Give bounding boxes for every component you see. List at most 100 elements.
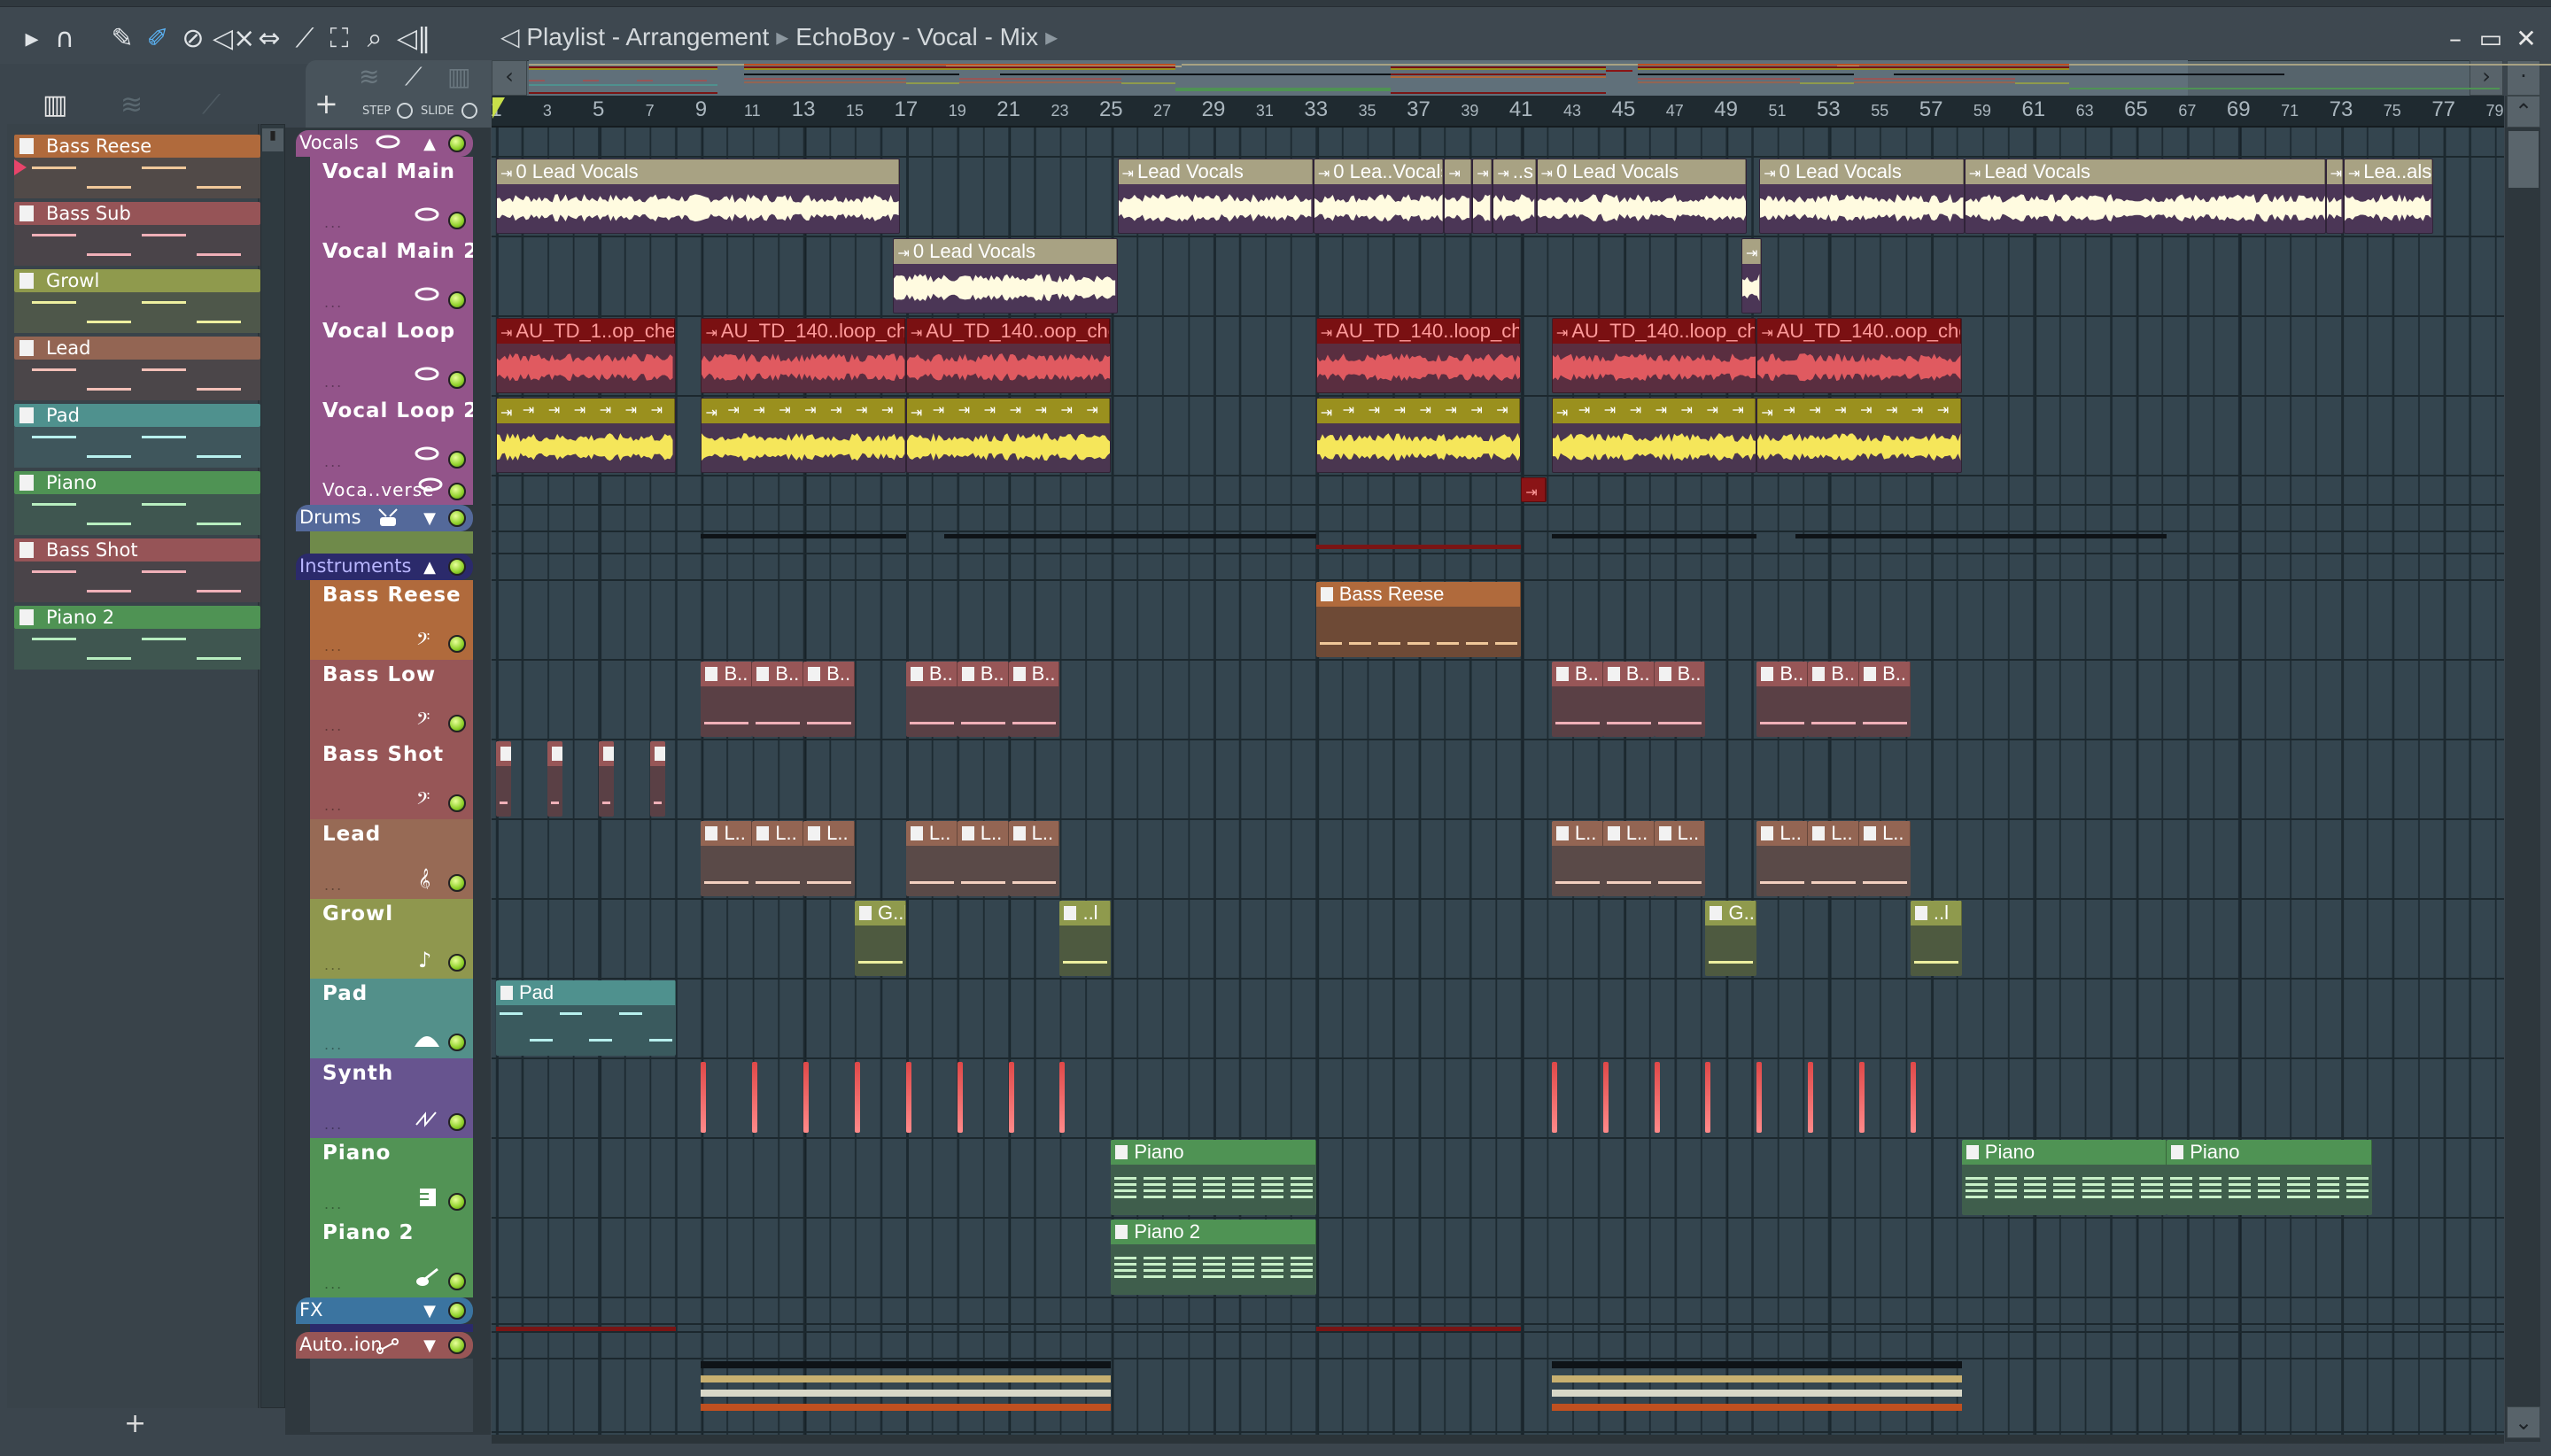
clip-header[interactable]: B.. (1756, 662, 1809, 686)
clip-header[interactable]: ⇥ ⇥ ⇥ ⇥ ⇥ ⇥ ⇥ (497, 399, 675, 423)
clip-header[interactable]: ⇥ 0 Lead Vocals (1760, 159, 1964, 184)
clip-header[interactable]: Piano (1961, 1140, 2167, 1165)
drum-icon[interactable] (376, 507, 400, 531)
expand-arrow-icon[interactable]: ▼ (423, 507, 436, 531)
pattern-clip[interactable] (598, 741, 615, 817)
clip-header[interactable]: ⇥ AU_TD_1..op_chea (497, 319, 675, 344)
clip-header[interactable]: Piano (2167, 1140, 2372, 1165)
pattern-clip[interactable]: L.. (1808, 821, 1860, 896)
clip-header[interactable]: L.. (1008, 821, 1060, 846)
scroll-right-button[interactable]: › (2470, 60, 2503, 96)
clip-header[interactable]: ⇥ (1522, 478, 1547, 501)
clip-header[interactable]: Piano (1111, 1140, 1316, 1165)
track-options-dots[interactable]: ... (324, 1036, 343, 1053)
track-options-dots[interactable]: ... (324, 638, 343, 654)
minimize-button[interactable]: – (2438, 19, 2473, 58)
clip-header[interactable] (547, 741, 563, 766)
track-options-dots[interactable]: ... (324, 374, 343, 391)
track-enable-led[interactable] (448, 483, 466, 500)
track-enable-led[interactable] (448, 954, 466, 972)
group-header-drums[interactable]: Drums ▼ (296, 505, 473, 531)
note-marker[interactable] (1059, 1062, 1066, 1133)
audio-clip[interactable]: ⇥ 0 Lead Vocals (893, 238, 1118, 314)
audio-clip[interactable]: ⇥ (2325, 159, 2344, 234)
clip-header[interactable]: L.. (752, 821, 804, 846)
track-header[interactable]: Bass Shot... 𝄢 (310, 740, 473, 819)
clip-header[interactable]: ⇥ ⇥ ⇥ ⇥ ⇥ ⇥ ⇥ ⇥ (1552, 399, 1756, 423)
group-header-instruments[interactable]: Instruments ▲ (296, 554, 473, 580)
pattern-clip[interactable]: B.. (752, 662, 804, 737)
note-marker[interactable] (1808, 1062, 1814, 1133)
track-header[interactable]: Lead... 𝄞 (310, 819, 473, 899)
clip-header[interactable]: L.. (701, 821, 753, 846)
clip-header[interactable]: B.. (1654, 662, 1706, 686)
audio-clip[interactable]: ⇥ AU_TD_140..oop_chea (905, 318, 1112, 393)
pattern-clip[interactable]: B.. (905, 662, 958, 737)
audio-clip[interactable]: ⇥ 0 Lead Vocals (496, 159, 900, 234)
note-marker[interactable] (1008, 1062, 1014, 1133)
timeline-ruler[interactable]: 1 3 5 7 9 11 13 15 17 19 21 23 25 27 29 31 33 35 37 39 41 43 4… (490, 96, 2504, 128)
select-icon[interactable]: ⛶ (323, 19, 355, 58)
track-header[interactable]: Vocal Loop 2... (310, 396, 473, 476)
audio-clip[interactable]: ⇥ 0 Lead Vocals (1759, 159, 1965, 234)
audio-clip[interactable]: ⇥ (1472, 159, 1493, 234)
audio-clip[interactable]: ⇥ ..s (1493, 159, 1537, 234)
track-enable-led[interactable] (448, 1273, 466, 1290)
close-button[interactable]: ✕ (2508, 19, 2544, 58)
pattern-clip[interactable]: L.. (1602, 821, 1655, 896)
audio-clip[interactable]: ⇥ Lead Vocals (1964, 159, 2326, 234)
clip-header[interactable]: ⇥ 0 Lead Vocals (1537, 159, 1746, 184)
title-speaker-icon[interactable]: ◁ (500, 23, 520, 50)
clip-header[interactable]: B.. (752, 662, 804, 686)
vertical-scroll-thumb[interactable] (2508, 131, 2539, 188)
clip-header[interactable] (496, 741, 512, 766)
track-options-dots[interactable]: ... (324, 214, 343, 231)
pattern-clip[interactable]: B.. (1551, 662, 1603, 737)
lips-icon[interactable] (376, 133, 400, 157)
audio-clip[interactable]: ⇥ 0 Lead Vocals (1536, 159, 1747, 234)
playlist-grid[interactable]: ⇥ 0 Lead Vocals ⇥ Lead Vocals ⇥ 0 Lea..Vocals… (492, 128, 2504, 1435)
pattern-clip[interactable]: B.. (803, 662, 856, 737)
pattern-clip[interactable]: ..l (1059, 901, 1112, 976)
arrow-right-icon[interactable]: ▸ (16, 19, 48, 58)
picker-item-header[interactable]: Bass Reese (14, 135, 260, 158)
note-marker[interactable] (701, 1062, 707, 1133)
picker-item[interactable]: Bass Shot (14, 538, 260, 602)
track-enable-led[interactable] (448, 1113, 466, 1131)
audio-clip[interactable]: ⇥ (1741, 238, 1763, 314)
clip-header[interactable]: B.. (1008, 662, 1060, 686)
pattern-clip[interactable]: L.. (752, 821, 804, 896)
pattern-clip[interactable]: L.. (701, 821, 753, 896)
clip-header[interactable]: ⇥ (1445, 159, 1472, 184)
note-marker[interactable] (1654, 1062, 1660, 1133)
track-header[interactable]: Bass Low... 𝄢 (310, 660, 473, 740)
track-options-dots[interactable]: ... (324, 453, 343, 470)
clip-header[interactable]: L.. (905, 821, 958, 846)
clip-header[interactable]: L.. (1756, 821, 1809, 846)
clip-header[interactable]: L.. (1808, 821, 1860, 846)
clip-header[interactable]: B.. (957, 662, 1009, 686)
picker-scroll-thumb[interactable]: ▮ (262, 128, 283, 151)
picker-item-header[interactable]: Growl (14, 269, 260, 292)
clip-header[interactable]: ⇥ AU_TD_140..oop_chea (906, 319, 1111, 344)
picker-item[interactable]: Piano 2 (14, 606, 260, 670)
pattern-clip[interactable]: ..l (1910, 901, 1962, 976)
clip-header[interactable]: L.. (957, 821, 1009, 846)
track-header[interactable]: Vocal Main... (310, 157, 473, 236)
note-marker[interactable] (1756, 1062, 1763, 1133)
note-marker[interactable] (905, 1062, 911, 1133)
scroll-left-button[interactable]: ‹ (492, 60, 527, 96)
collapse-arrow-icon[interactable]: ▲ (423, 556, 436, 579)
picker-item-header[interactable]: Piano (14, 471, 260, 494)
clip-header[interactable]: ⇥AU_TD_140..loop_chea (702, 319, 905, 344)
track-options-dots[interactable]: ... (324, 956, 343, 973)
track-enable-led[interactable] (448, 371, 466, 389)
clip-header[interactable]: Pad (496, 980, 676, 1005)
track-enable-led[interactable] (448, 212, 466, 229)
clip-header[interactable]: B.. (1551, 662, 1603, 686)
track-enable-led[interactable] (448, 1336, 466, 1354)
track-header[interactable]: Synth... (310, 1058, 473, 1138)
audio-clip[interactable]: ⇥ AU_TD_1..op_chea (496, 318, 676, 393)
clip-header[interactable]: L.. (1654, 821, 1706, 846)
audio-clip[interactable]: ⇥ Lea..als (2343, 159, 2434, 234)
